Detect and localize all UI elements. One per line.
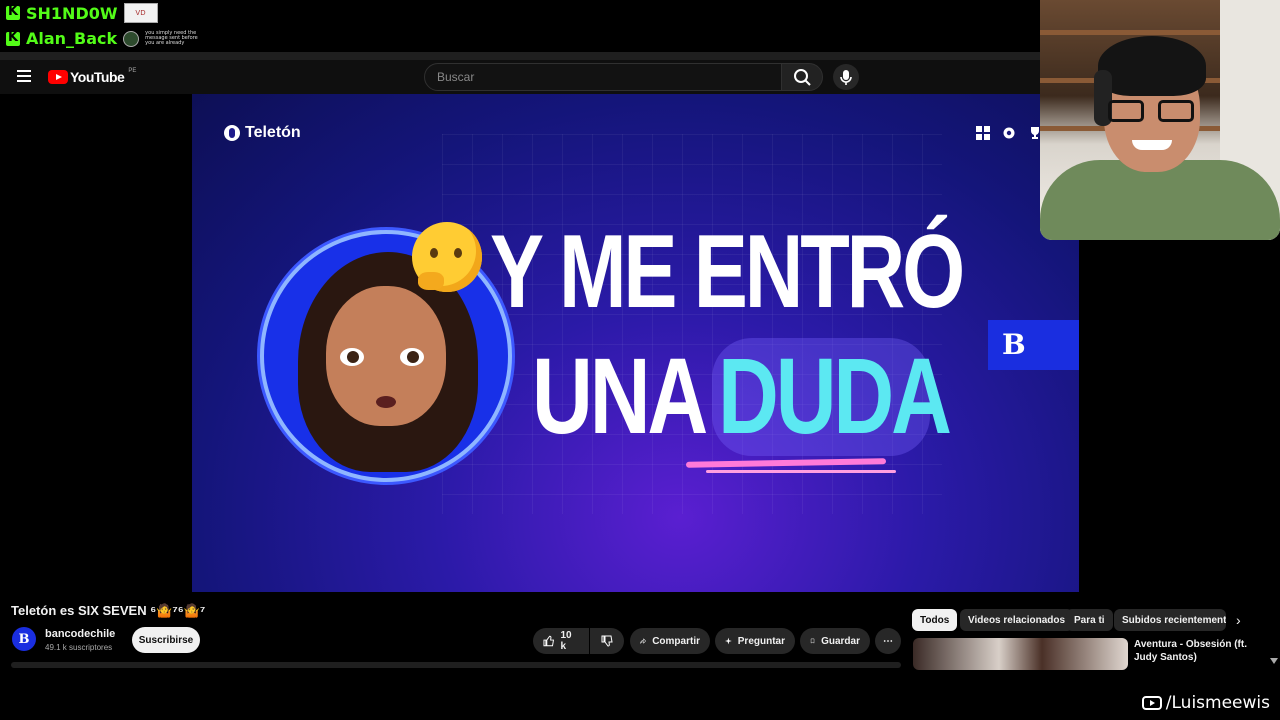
ask-button[interactable]: Preguntar [715, 628, 795, 654]
bottom-bar [0, 670, 1280, 720]
chip-recently-uploaded[interactable]: Subidos recientemente [1114, 609, 1226, 631]
chip-related-videos[interactable]: Videos relacionados [960, 609, 1074, 631]
video-player[interactable]: Teletón Y ME ENTRÓ UNA DUDA [192, 94, 1079, 592]
search-box [424, 63, 782, 91]
mouth-shape [376, 396, 396, 408]
chat-attachment-text: you simply need the message sent before … [145, 30, 198, 46]
smile-shape [1132, 140, 1172, 150]
shelf [1040, 30, 1220, 35]
streamer-webcam [1040, 0, 1280, 240]
chevron-right-icon[interactable]: › [1236, 612, 1241, 628]
sparkle-icon [725, 637, 732, 645]
glasses-icon [1108, 100, 1198, 122]
recommended-video-title[interactable]: Aventura - Obsesión (ft. Judy Santos) [1134, 638, 1264, 664]
subscribe-button[interactable]: Suscribirse [132, 627, 200, 653]
voice-search-button[interactable] [833, 64, 859, 90]
gear-icon[interactable] [1001, 125, 1017, 141]
bank-logo-badge: B [988, 320, 1079, 370]
ask-label: Preguntar [737, 635, 785, 647]
chat-username: Alan_Back [26, 29, 118, 48]
streamer-body [1040, 160, 1280, 240]
underline-scribble [706, 470, 896, 473]
kick-badge-icon [6, 4, 20, 20]
dislike-button[interactable] [590, 628, 624, 654]
chip-all[interactable]: Todos [912, 609, 958, 631]
recommended-video-thumbnail[interactable] [913, 638, 1128, 670]
teleton-mark-icon [224, 125, 240, 141]
chip-for-you[interactable]: Para ti [1066, 609, 1113, 631]
stream-chat-overlay: SH1ND0W VD Alan_Back you simply need the… [0, 0, 1040, 52]
search-button[interactable] [781, 63, 823, 91]
region-code: PE [128, 68, 137, 74]
browser-strip [0, 52, 1040, 60]
bank-logo-letter: B [1002, 328, 1026, 361]
scroll-down-icon[interactable] [1270, 658, 1278, 664]
streamer-hair [1098, 36, 1206, 96]
teleton-logo: Teletón [224, 124, 301, 142]
headline-line-2-white: UNA [532, 335, 708, 456]
chat-username: SH1ND0W [26, 3, 118, 23]
search-input[interactable] [435, 69, 769, 85]
subscriber-count: 49.1 k suscriptores [45, 643, 113, 652]
teleton-brand-text: Teletón [245, 124, 301, 141]
kick-badge-icon [6, 30, 20, 46]
more-actions-button[interactable]: ⋯ [875, 628, 901, 654]
video-title: Teletón es SIX SEVEN ⁶🤷⁷⁶🤷⁷ [11, 603, 206, 618]
menu-icon[interactable] [17, 70, 31, 82]
youtube-play-icon [48, 70, 68, 84]
bookmark-icon [810, 638, 815, 644]
video-overlay-icons [975, 125, 1043, 141]
thumbs-up-icon [543, 635, 555, 647]
watermark-handle: /Luismeewis [1165, 693, 1270, 713]
youtube-logo[interactable]: YouTube PE [48, 68, 137, 85]
thumbs-down-icon [601, 635, 613, 647]
channel-avatar[interactable]: B [12, 627, 36, 651]
grid-icon[interactable] [975, 125, 991, 141]
headline-line-1: Y ME ENTRÓ [490, 214, 965, 330]
eye-shape [340, 348, 364, 366]
like-count: 10 k [560, 630, 572, 652]
description-preview-bar[interactable] [11, 662, 901, 668]
save-label: Guardar [821, 635, 860, 647]
channel-name[interactable]: bancodechile [45, 628, 115, 640]
youtube-outline-icon [1141, 696, 1162, 710]
save-button[interactable]: Guardar [800, 628, 870, 654]
youtube-logo-text: YouTube [70, 69, 125, 85]
eye-shape [400, 348, 424, 366]
youtube-header: YouTube PE [0, 60, 1040, 94]
thinking-face-icon [412, 222, 482, 292]
chat-message: SH1ND0W VD [6, 3, 158, 23]
share-button[interactable]: Compartir [630, 628, 710, 654]
chat-attachment-image: VD [123, 3, 158, 23]
search-icon [794, 69, 811, 86]
chat-message: Alan_Back you simply need the message se… [6, 29, 201, 48]
share-icon [640, 638, 647, 644]
share-label: Compartir [652, 635, 700, 647]
microphone-icon [840, 70, 852, 85]
face-shape [326, 286, 446, 426]
streamer-watermark: /Luismeewis [1141, 693, 1270, 713]
chat-emote-icon [123, 30, 140, 47]
headline-line-2-cyan: DUDA [718, 335, 952, 456]
like-button[interactable]: 10 k [533, 628, 589, 654]
